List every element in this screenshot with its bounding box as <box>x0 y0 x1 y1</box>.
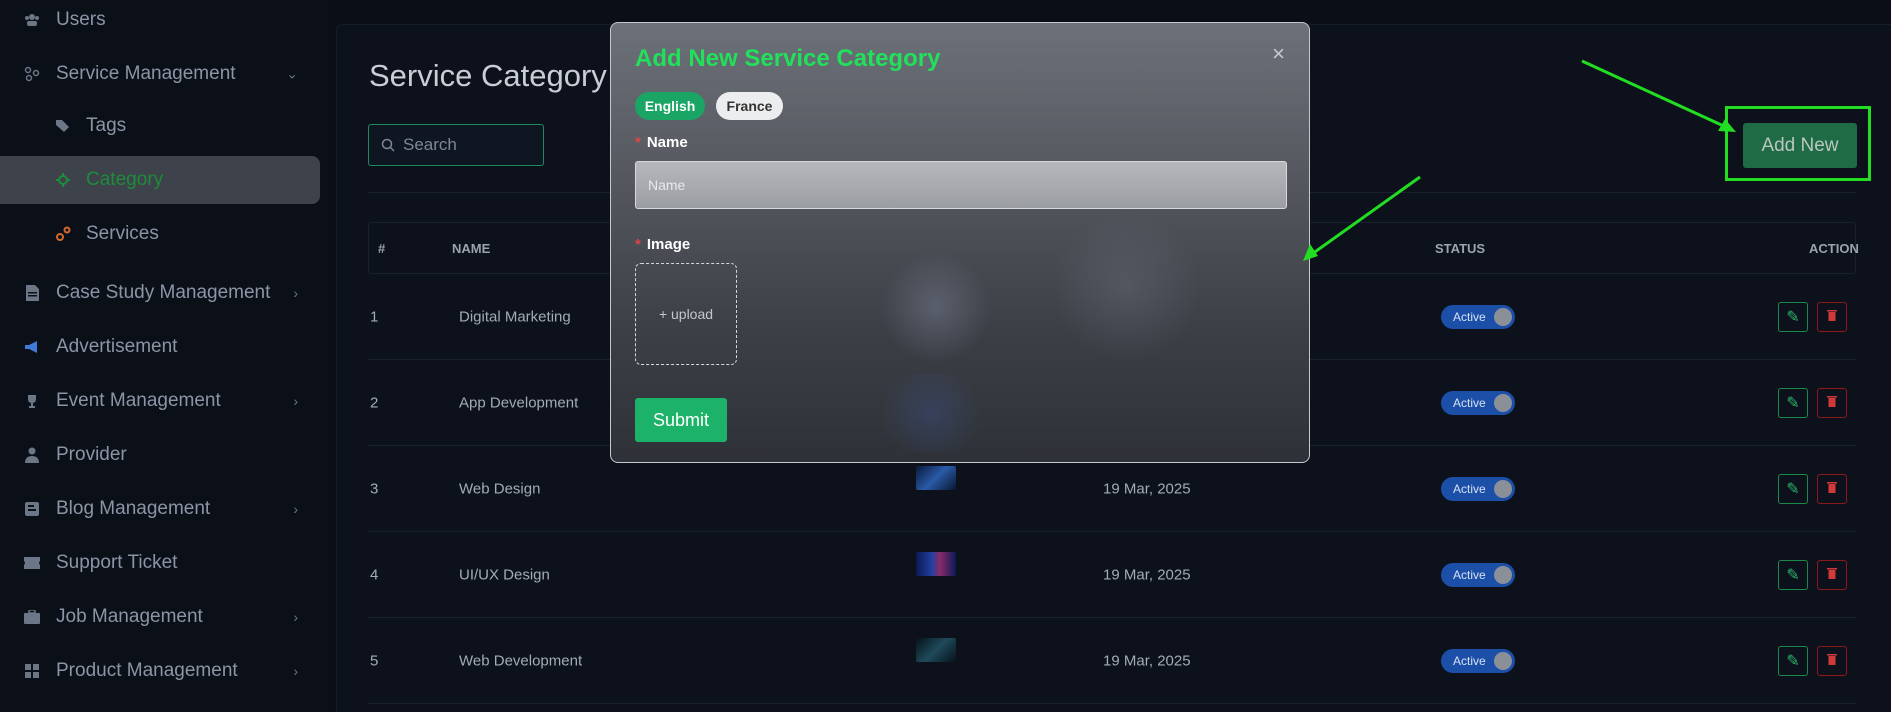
app: Users Service Management ⌄ Tags Category <box>0 0 1891 712</box>
annotation-arrow-line <box>1581 59 1729 130</box>
annotation-arrows <box>1303 59 1736 261</box>
annotation-arrow-line <box>1311 175 1421 256</box>
